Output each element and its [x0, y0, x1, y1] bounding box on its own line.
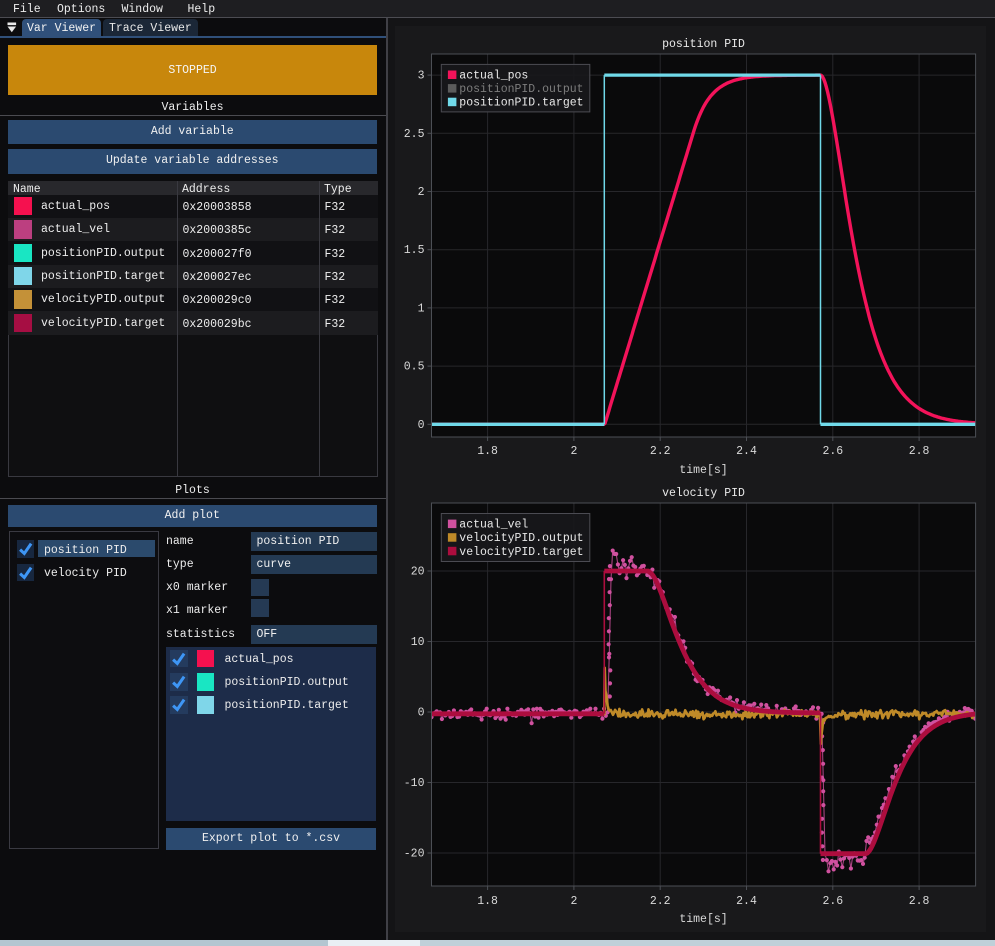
- svg-text:0: 0: [418, 707, 425, 720]
- svg-text:2.5: 2.5: [404, 128, 425, 141]
- svg-text:2.6: 2.6: [822, 445, 843, 458]
- svg-text:2: 2: [570, 445, 577, 458]
- svg-text:2.4: 2.4: [736, 445, 757, 458]
- svg-text:positionPID.output: positionPID.output: [459, 83, 583, 96]
- svg-text:actual_pos: actual_pos: [459, 70, 528, 83]
- svg-text:1: 1: [418, 302, 425, 315]
- svg-text:velocityPID.target: velocityPID.target: [459, 546, 583, 559]
- svg-text:-20: -20: [404, 848, 425, 861]
- svg-text:2.6: 2.6: [822, 895, 843, 908]
- svg-text:time[s]: time[s]: [679, 464, 727, 477]
- svg-text:1.8: 1.8: [477, 445, 498, 458]
- svg-text:2.8: 2.8: [909, 445, 930, 458]
- svg-text:2.4: 2.4: [736, 895, 757, 908]
- svg-text:1.5: 1.5: [404, 244, 425, 257]
- svg-text:0: 0: [418, 419, 425, 432]
- svg-text:velocityPID.output: velocityPID.output: [459, 532, 583, 545]
- svg-text:10: 10: [411, 636, 425, 649]
- svg-text:1.8: 1.8: [477, 895, 498, 908]
- svg-text:0.5: 0.5: [404, 361, 425, 374]
- svg-text:2.2: 2.2: [650, 445, 671, 458]
- svg-text:3: 3: [418, 70, 425, 83]
- svg-text:velocity PID: velocity PID: [662, 487, 745, 500]
- svg-text:position PID: position PID: [662, 38, 745, 51]
- svg-text:2.2: 2.2: [650, 895, 671, 908]
- svg-text:20: 20: [411, 566, 425, 579]
- svg-text:actual_vel: actual_vel: [459, 519, 528, 532]
- svg-text:-10: -10: [404, 777, 425, 790]
- svg-text:2.8: 2.8: [909, 895, 930, 908]
- svg-text:time[s]: time[s]: [679, 913, 727, 926]
- svg-text:positionPID.target: positionPID.target: [459, 97, 583, 110]
- svg-text:2: 2: [418, 186, 425, 199]
- svg-text:2: 2: [570, 895, 577, 908]
